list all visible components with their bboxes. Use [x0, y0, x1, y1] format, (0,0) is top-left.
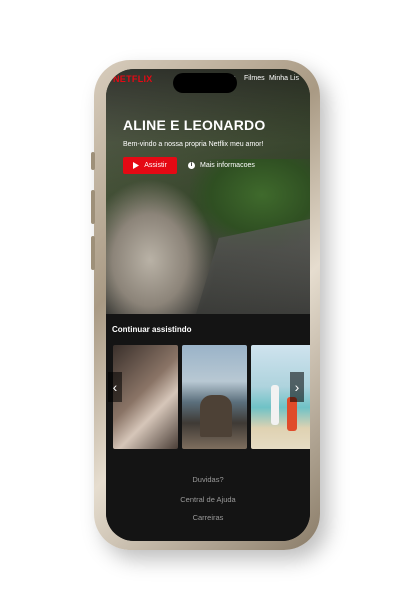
thumbnail-couple-mountains[interactable]: [182, 345, 247, 449]
thumbnail-figure: [200, 395, 232, 437]
footer-link-faq[interactable]: Duvidas?: [106, 475, 310, 484]
phone-mockup: NETFLIX s Filmes Minha Lis ALINE E LEONA…: [91, 60, 320, 550]
info-icon: i: [188, 162, 195, 169]
play-icon: [133, 162, 140, 169]
play-button[interactable]: Assistir: [123, 157, 177, 174]
chevron-right-icon[interactable]: ›: [290, 372, 304, 402]
row-title: Continuar assistindo: [112, 325, 192, 334]
dynamic-island: [173, 73, 237, 93]
footer-link-help-center[interactable]: Central de Ajuda: [106, 495, 310, 504]
continue-watching-row: ‹ ›: [106, 345, 310, 451]
thumbnail-couple-closeup[interactable]: [113, 345, 178, 449]
thumbnail-figure: [287, 397, 297, 431]
play-button-label: Assistir: [144, 162, 167, 169]
nav-item-my-list[interactable]: Minha Lis: [269, 75, 299, 82]
chevron-left-icon[interactable]: ‹: [108, 372, 122, 402]
netflix-logo[interactable]: NETFLIX: [113, 74, 153, 84]
hero-banner: NETFLIX s Filmes Minha Lis ALINE E LEONA…: [106, 69, 310, 314]
footer: Duvidas? Central de Ajuda Carreiras: [106, 457, 310, 541]
footer-link-careers[interactable]: Carreiras: [106, 513, 310, 522]
more-info-label: Mais informacoes: [200, 162, 255, 169]
nav-item-films[interactable]: Filmes: [244, 75, 265, 82]
more-info-button[interactable]: i Mais informacoes: [188, 157, 255, 174]
thumbnail-figure: [271, 385, 279, 425]
hero-image-person: [106, 179, 216, 314]
phone-volume-down-button: [91, 236, 95, 270]
phone-action-button: [91, 152, 95, 170]
app-screen: NETFLIX s Filmes Minha Lis ALINE E LEONA…: [106, 69, 310, 541]
hero-title: ALINE E LEONARDO: [123, 117, 266, 133]
phone-volume-up-button: [91, 190, 95, 224]
hero-subtitle: Bem-vindo a nossa propria Netflix meu am…: [123, 141, 264, 148]
